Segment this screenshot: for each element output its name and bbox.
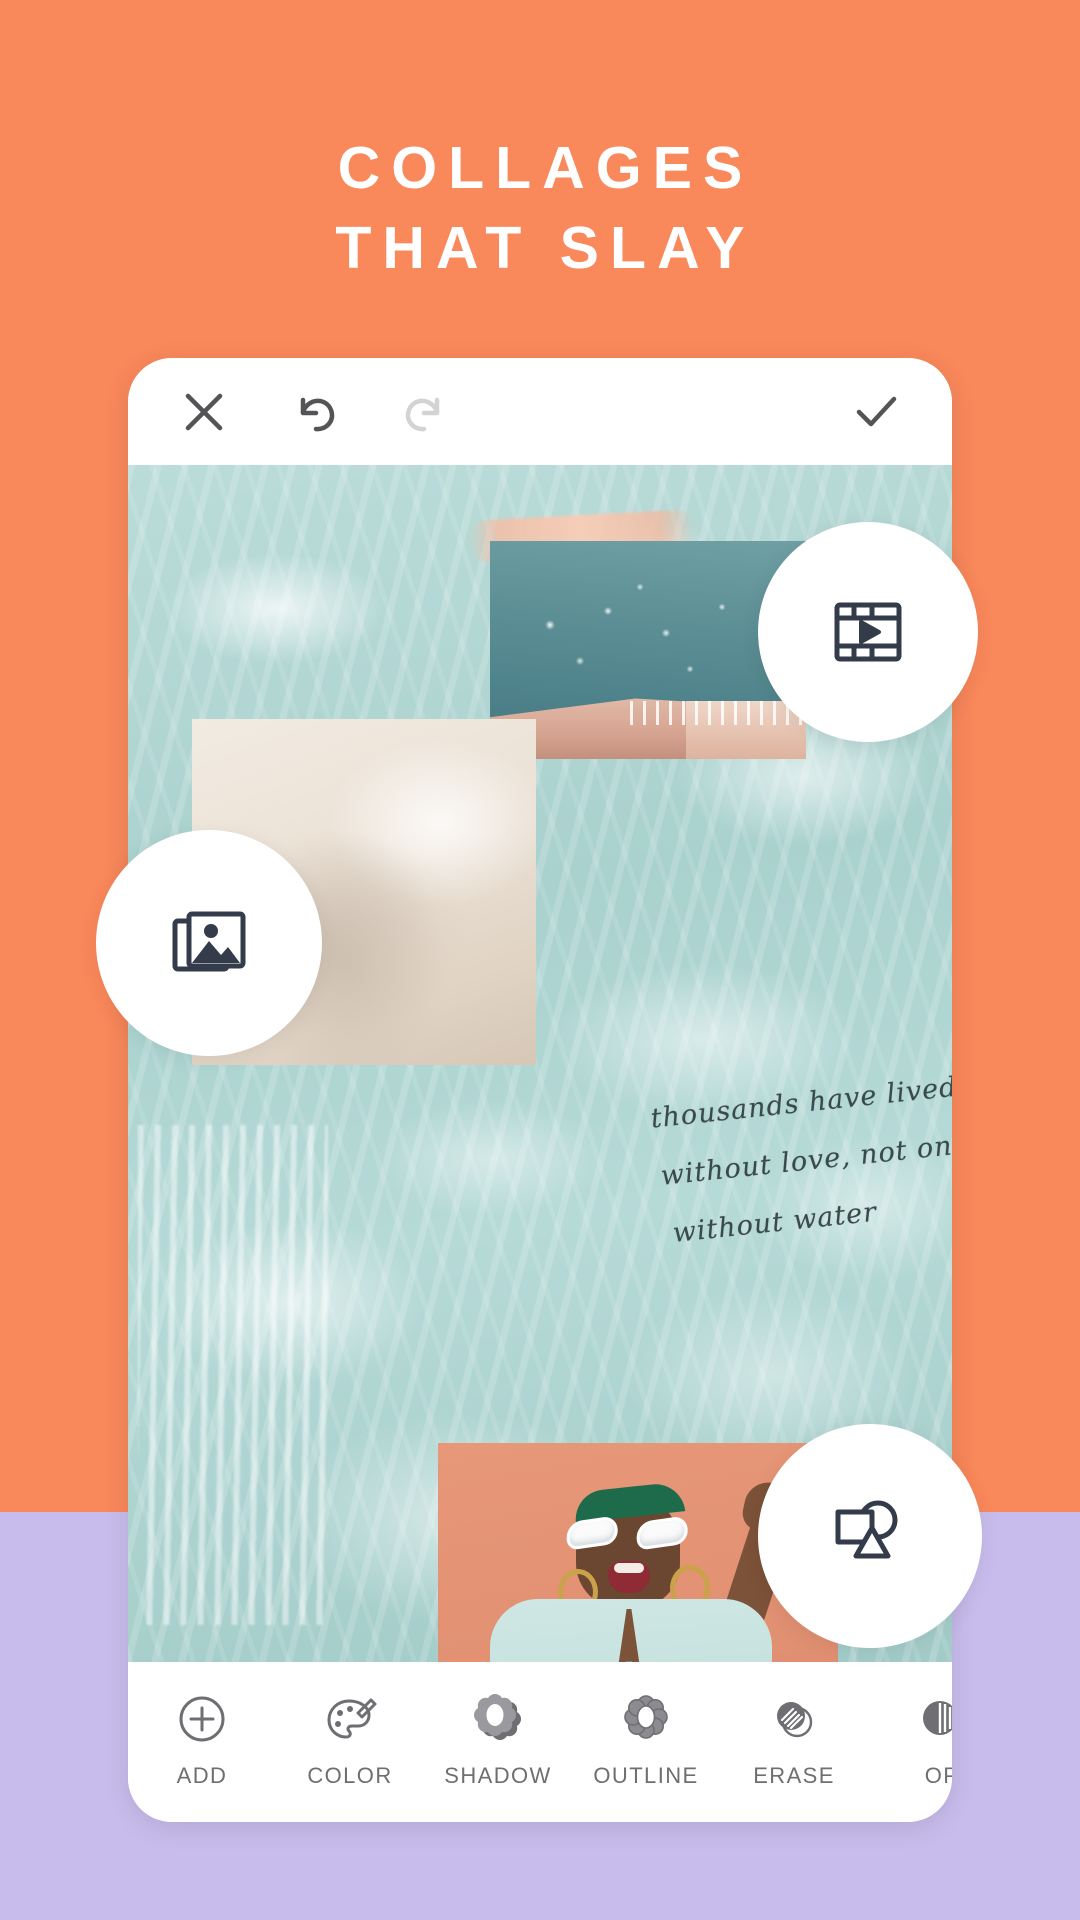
editor-toolbar: ADD COLOR SHADOW OUTLINE ERASE OP [128,1662,952,1822]
headline-line-2: THAT SLAY [335,215,756,281]
headline-line-1: COLLAGES [337,135,754,201]
flower-filled-icon [424,1688,572,1750]
undo-icon[interactable] [290,386,342,438]
page-title: COLLAGES THAT SLAY [0,128,1080,288]
collage-quote-text[interactable]: thousands have lived without love, not o… [648,1054,952,1264]
plus-circle-icon [128,1688,276,1750]
app-screen: COLLAGES THAT SLAY thousands have lived … [0,0,1080,1920]
eraser-icon [720,1688,868,1750]
tool-opacity-label: OP [924,1763,952,1788]
photo-button[interactable] [96,830,322,1056]
tool-outline-label: OUTLINE [593,1763,699,1788]
tool-erase-label: ERASE [753,1763,835,1788]
tool-add[interactable]: ADD [128,1688,276,1789]
tool-color-label: COLOR [307,1763,393,1788]
close-icon[interactable] [178,386,230,438]
tool-add-label: ADD [176,1763,228,1788]
tool-shadow-label: SHADOW [444,1763,552,1788]
brush-stroke-texture [138,1125,328,1625]
flower-outline-icon [572,1688,720,1750]
tool-outline[interactable]: OUTLINE [572,1688,720,1789]
video-button[interactable] [758,522,978,742]
tool-opacity[interactable]: OP [868,1688,952,1789]
tool-shadow[interactable]: SHADOW [424,1688,572,1789]
opacity-icon [868,1688,952,1750]
confirm-check-icon[interactable] [850,386,902,438]
tool-erase[interactable]: ERASE [720,1688,868,1789]
redo-icon[interactable] [398,386,450,438]
tool-color[interactable]: COLOR [276,1688,424,1789]
palette-icon [276,1688,424,1750]
shapes-button[interactable] [758,1424,982,1648]
editor-topbar [128,358,952,465]
